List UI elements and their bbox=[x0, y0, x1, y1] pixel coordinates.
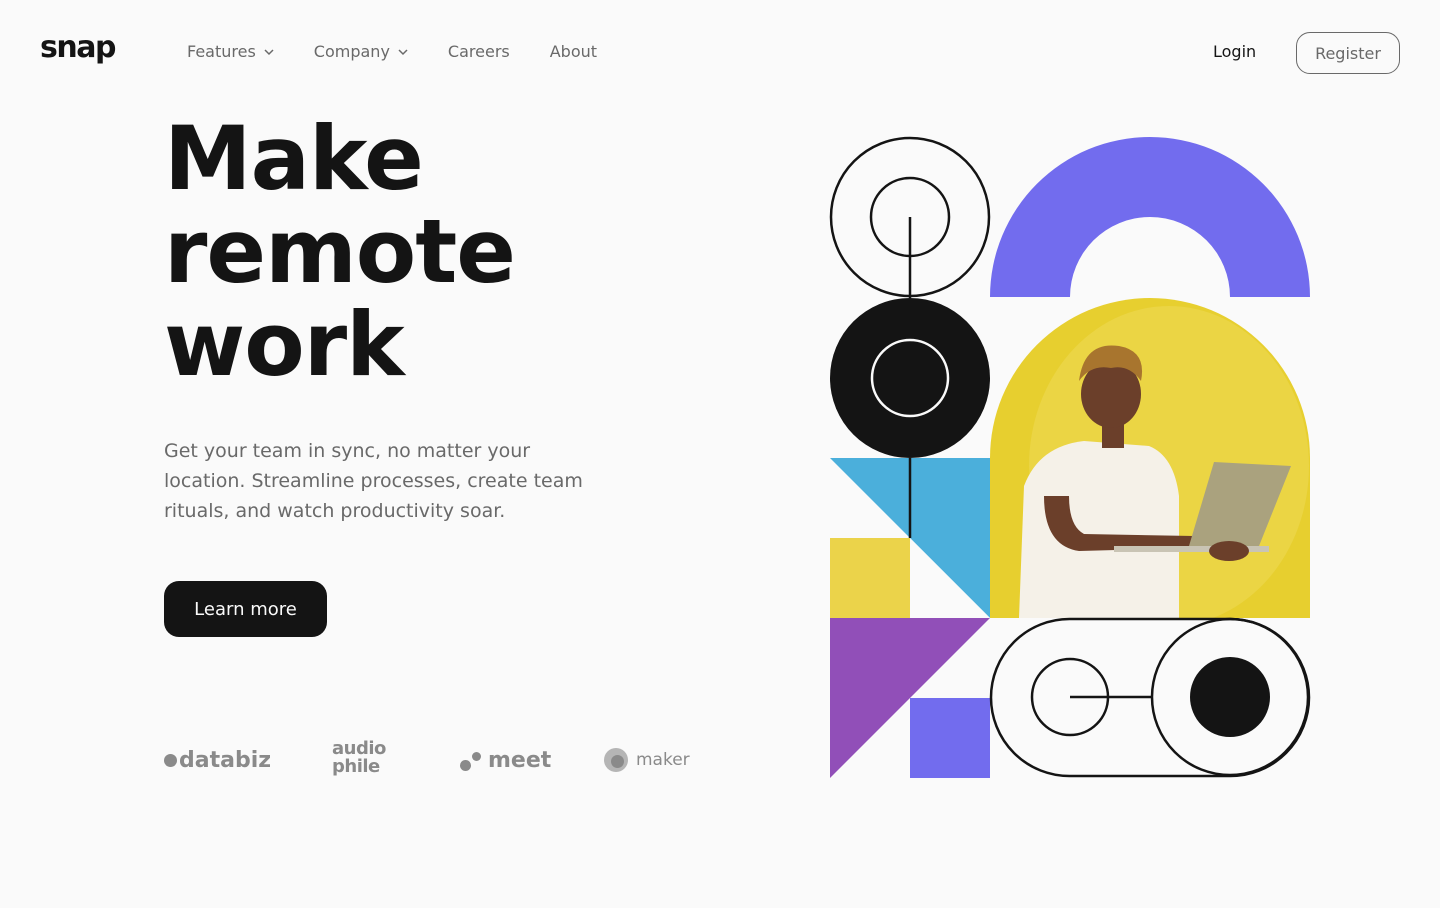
hero-illustration bbox=[829, 136, 1311, 778]
nav-company[interactable]: Company bbox=[314, 42, 408, 61]
yellow-square-shape bbox=[830, 538, 910, 618]
hero-description: Get your team in sync, no matter your lo… bbox=[164, 440, 583, 522]
client-meet-label: meet bbox=[488, 748, 552, 773]
purple-square-shape bbox=[910, 698, 990, 778]
hero-title-line: work bbox=[164, 293, 405, 396]
client-meet-logo: meet bbox=[460, 748, 551, 773]
learn-more-button[interactable]: Learn more bbox=[164, 581, 327, 637]
client-audiophile-logo: audio phile bbox=[332, 740, 386, 776]
nav-about-label: About bbox=[549, 42, 598, 61]
maker-circle-icon bbox=[604, 748, 628, 772]
nav-careers-label: Careers bbox=[447, 42, 510, 61]
nav-features-label: Features bbox=[187, 42, 256, 61]
hero-title: Make remote work bbox=[164, 112, 684, 391]
nav-careers[interactable]: Careers bbox=[448, 42, 510, 61]
person-photo bbox=[990, 298, 1310, 618]
login-link[interactable]: Login bbox=[1213, 42, 1256, 61]
client-maker-logo: maker bbox=[604, 748, 690, 772]
purple-arch-shape bbox=[990, 137, 1310, 297]
pill-switch-shape bbox=[989, 617, 1311, 778]
top-ring-shape bbox=[829, 136, 991, 298]
meet-dots-icon bbox=[460, 750, 484, 772]
hero-title-line: Make bbox=[164, 107, 424, 210]
chevron-down-icon bbox=[398, 48, 408, 55]
nav-about[interactable]: About bbox=[550, 42, 597, 61]
databiz-dot-icon bbox=[164, 754, 177, 767]
client-maker-label: maker bbox=[636, 750, 690, 770]
register-button[interactable]: Register bbox=[1296, 32, 1400, 74]
black-circle-shape bbox=[830, 298, 990, 458]
hero-title-line: remote bbox=[164, 200, 516, 303]
client-databiz-label: databiz bbox=[179, 748, 272, 773]
main-nav: Features Company Careers About bbox=[187, 42, 637, 61]
site-logo[interactable]: snap bbox=[40, 30, 116, 65]
nav-features[interactable]: Features bbox=[187, 42, 274, 61]
client-databiz-logo: databiz bbox=[164, 748, 271, 773]
client-audiophile-bottom: phile bbox=[332, 756, 380, 777]
chevron-down-icon bbox=[264, 48, 274, 55]
nav-company-label: Company bbox=[313, 42, 390, 61]
